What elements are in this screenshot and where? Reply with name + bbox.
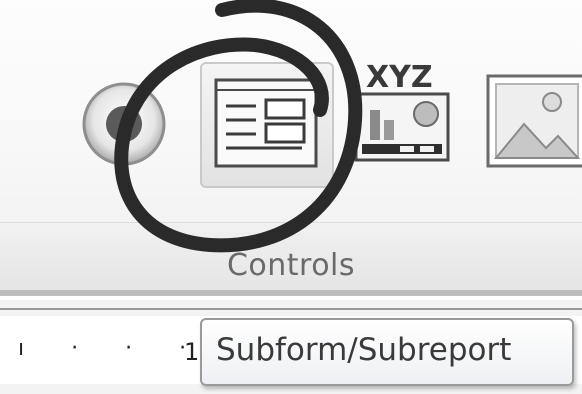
access-ribbon-screenshot: XYZ Controls ı · · · · 1 Subform/Subrepo…: [0, 0, 582, 394]
ruler-divider: [0, 308, 582, 310]
subform-icon: [214, 78, 318, 168]
image-control[interactable]: [484, 72, 582, 176]
ribbon-border: [0, 290, 582, 296]
subform-subreport-button[interactable]: [200, 62, 334, 188]
ruler-number: 1: [184, 338, 200, 366]
radio-button-icon: [82, 82, 166, 166]
field-list-control[interactable]: XYZ: [352, 58, 456, 170]
tooltip-text: Subform/Subreport: [216, 332, 512, 368]
tooltip: Subform/Subreport: [200, 318, 574, 386]
group-label: Controls: [226, 248, 356, 283]
xyz-field-icon: [354, 92, 450, 162]
image-icon: [486, 74, 582, 168]
option-button-control[interactable]: [80, 80, 168, 168]
